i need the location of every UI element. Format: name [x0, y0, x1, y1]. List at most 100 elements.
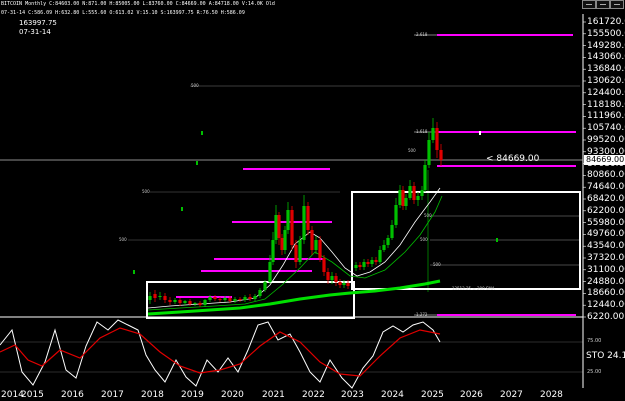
stoch-level-high: 75.00 [587, 338, 602, 344]
fib-2618-label: 2.618 [416, 32, 428, 37]
candle-body [390, 225, 394, 238]
price-tick-label: 37320.00 [587, 253, 625, 263]
candle-body [208, 297, 212, 300]
candle-body [148, 296, 152, 300]
candle-body [416, 196, 420, 200]
stoch-level-low: 25.00 [587, 369, 602, 375]
candle-body [382, 245, 386, 250]
price-tick-label: 31100.00 [587, 264, 625, 275]
price-tick-label: 80860.00 [587, 170, 625, 181]
candle-body [330, 276, 334, 280]
time-tick-label: 2024 [381, 390, 404, 400]
candle-body [427, 140, 431, 165]
fib-1272-label: 1.272 [416, 312, 428, 317]
price-tick-label: 161720.00 [587, 17, 625, 27]
current-price-badge: 84669.00 [584, 155, 625, 165]
time-tick-label: 2026 [460, 390, 483, 400]
candle-body [188, 301, 192, 304]
stoch-k-line [0, 319, 441, 389]
candle-body [263, 282, 267, 290]
price-tick-label: 62200.00 [587, 205, 625, 216]
candle-body [163, 296, 167, 300]
candle-body [203, 300, 207, 305]
time-tick-label: 2021 [262, 390, 285, 400]
price-tick-label: 130620.00 [587, 76, 625, 86]
candle-body [294, 245, 298, 262]
candle-body [283, 230, 287, 250]
price-tick-label: 6220.00 [587, 312, 625, 322]
time-tick-label: 2025 [421, 390, 444, 400]
ma-label: 13513.25 = 200 SMA [452, 286, 495, 291]
time-tick-label: 2017 [101, 390, 124, 400]
candle-body [408, 186, 412, 198]
candle-body [398, 190, 402, 205]
candle-body [286, 210, 290, 230]
candle-body [173, 300, 177, 302]
time-tick-label: 2019 [181, 390, 204, 400]
candle-body [334, 276, 338, 282]
time-tick-label: 2028 [540, 390, 563, 400]
candle-body [248, 297, 252, 299]
price-tick-label: 74640.00 [587, 182, 625, 193]
price-chart[interactable] [0, 0, 625, 401]
price-tick-label: 43540.00 [587, 241, 625, 252]
candle-body [198, 303, 202, 305]
candle-body [310, 230, 314, 250]
price-tick-label: 68420.00 [587, 194, 625, 204]
price-tick-label: 24880.00 [587, 276, 625, 287]
current-price-callout: < 84669.00 [486, 154, 540, 164]
candle-body [233, 299, 237, 301]
candle-body [271, 240, 275, 262]
price-tick-label: 111960.00 [587, 111, 625, 122]
box-2023-2025 [351, 191, 581, 290]
candle-body [268, 262, 272, 282]
price-tick-label: 155500.00 [587, 28, 625, 39]
price-tick-label: 124400.00 [587, 87, 625, 98]
candle-body [378, 250, 382, 262]
candle-body [218, 299, 222, 300]
candle-body [431, 128, 435, 140]
candle-body [274, 215, 278, 240]
price-tick-label: 18660.00 [587, 288, 625, 299]
candle-body [342, 283, 346, 285]
price-tick-label: 99520.00 [587, 135, 625, 145]
candle-body [158, 296, 162, 297]
price-tick-label: 118180.00 [587, 99, 625, 110]
candle-body [338, 282, 342, 285]
candle-body [326, 272, 330, 280]
candle-body [322, 258, 326, 272]
price-tick-label: 136840.00 [587, 64, 625, 75]
candle-body [404, 198, 408, 206]
price-tick-label: 143060.00 [587, 52, 625, 63]
candle-body [314, 240, 318, 250]
candle-body [346, 283, 350, 286]
candle-body [435, 128, 439, 150]
candle-body [178, 300, 182, 303]
candle-body [412, 186, 416, 200]
time-tick-label: 2015 [21, 390, 44, 400]
candle-body [401, 190, 405, 206]
candle-body [290, 210, 294, 245]
candle-body [243, 297, 247, 300]
price-tick-label: 12440.00 [587, 300, 625, 311]
candle-body [362, 262, 366, 267]
candle-body [386, 238, 390, 245]
candle-body [423, 165, 427, 190]
candle-body [354, 265, 358, 268]
candle-body [302, 206, 306, 240]
candlestick-series [148, 118, 443, 307]
level-label: 500 [433, 262, 441, 267]
candle-body [439, 150, 443, 160]
candle-body [306, 206, 310, 230]
candle-body [193, 303, 197, 304]
candle-body [213, 297, 217, 299]
candle-body [223, 298, 227, 300]
candle-body [183, 301, 187, 303]
level-label: 500 [119, 237, 127, 242]
candle-body [228, 298, 232, 301]
chart-window: BITCOIN Monthly C:84603.00 N:871.00 H:85… [0, 0, 625, 401]
candle-body [238, 299, 242, 300]
candle-body [370, 260, 374, 264]
candle-body [298, 240, 302, 262]
level-label: 500 [191, 83, 199, 88]
